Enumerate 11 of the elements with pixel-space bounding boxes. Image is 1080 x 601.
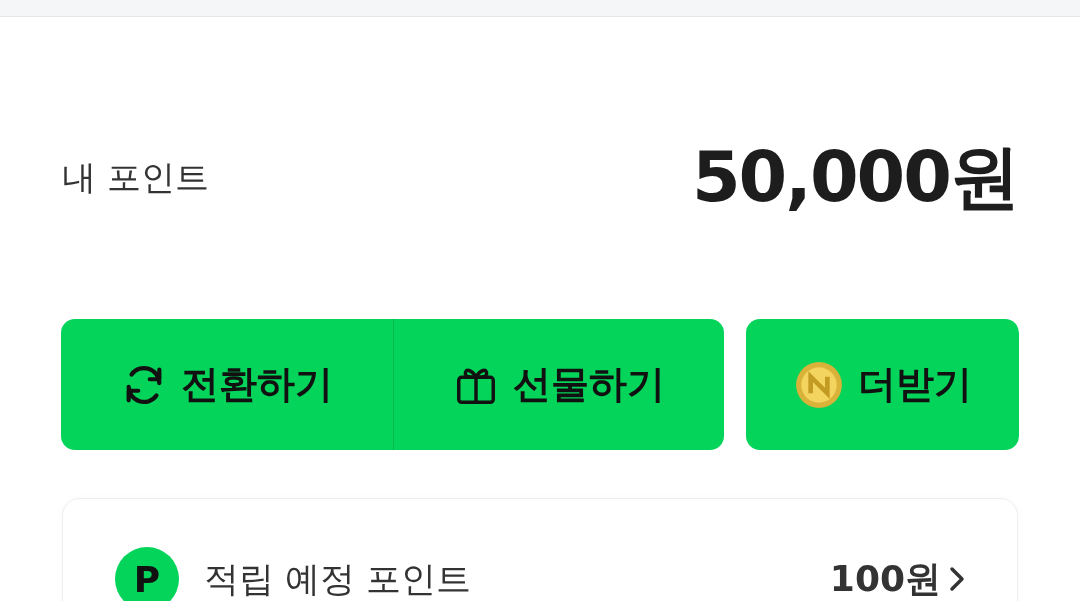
coin-icon [793,359,844,410]
pending-points-label: 적립 예정 포인트 [204,557,473,601]
pending-points-card[interactable]: P 적립 예정 포인트 100원 [62,498,1018,601]
earn-more-button[interactable]: 더받기 [746,319,1019,450]
pending-points-amount: 100원 [829,556,941,601]
points-label: 내 포인트 [62,156,209,199]
points-badge: P [115,547,179,601]
chevron-right-icon [949,565,965,593]
gift-button[interactable]: 선물하기 [394,319,724,450]
convert-button[interactable]: 전환하기 [61,319,394,450]
points-amount: 50,000원 [691,135,1018,220]
